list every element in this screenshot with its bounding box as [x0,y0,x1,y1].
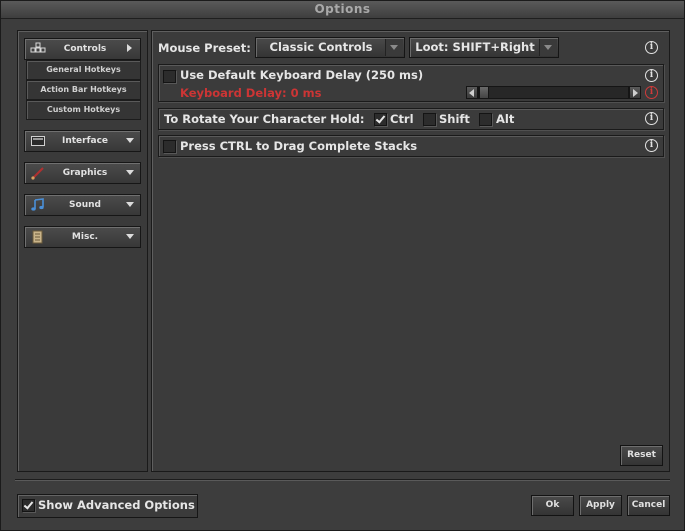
slider-right-arrow-icon[interactable] [629,86,641,99]
scroll-icon [30,230,46,244]
options-window: Options Controls General Hotkeys Action … [0,0,685,531]
info-icon[interactable]: i [645,41,658,54]
warning-info-icon[interactable]: i [645,86,658,99]
keyboard-delay-slider[interactable] [478,86,629,99]
nav-sound-button[interactable]: Sound [24,194,141,216]
sub-item-action-bar-hotkeys[interactable]: Action Bar Hotkeys [26,80,141,100]
nav-misc-button[interactable]: Misc. [24,226,141,248]
info-icon[interactable]: i [645,112,658,125]
reset-button[interactable]: Reset [620,445,663,466]
footer-divider [15,479,670,480]
drag-stacks-label: Press CTRL to Drag Complete Stacks [180,139,418,153]
loot-value: Loot: SHIFT+Right [415,40,535,54]
info-icon[interactable]: i [645,69,658,82]
chevron-down-icon [126,234,134,239]
rotate-alt-checkbox[interactable] [479,113,492,126]
nav-interface-button[interactable]: Interface [24,130,141,152]
music-note-icon [30,198,46,212]
chevron-down-icon [126,202,134,207]
drag-stacks-group: Press CTRL to Drag Complete Stacks i [158,135,664,157]
settings-panel: Mouse Preset: Classic Controls Loot: SHI… [151,30,670,472]
rotate-shift-checkbox[interactable] [423,113,436,126]
chevron-down-icon [126,138,134,143]
info-icon[interactable]: i [645,139,658,152]
mouse-preset-label: Mouse Preset: [158,41,251,55]
apply-button[interactable]: Apply [579,495,622,516]
nav-misc-label: Misc. [71,232,99,242]
show-advanced-options-checkbox[interactable] [22,499,35,512]
monitor-icon [30,134,46,148]
chevron-right-icon [127,44,132,52]
mouse-preset-value: Classic Controls [269,40,373,54]
slider-left-arrow-icon[interactable] [466,86,478,99]
window-title: Options [1,1,684,19]
chevron-down-icon [126,170,134,175]
sub-item-general-hotkeys[interactable]: General Hotkeys [26,60,141,80]
sub-item-custom-hotkeys[interactable]: Custom Hotkeys [26,100,141,120]
default-keyboard-delay-label: Use Default Keyboard Delay (250 ms) [180,68,424,82]
nav-graphics-label: Graphics [62,168,108,178]
rotate-alt-label: Alt [496,112,515,126]
nav-graphics-button[interactable]: Graphics [24,162,141,184]
brush-icon [30,166,46,180]
mouse-preset-dropdown[interactable]: Classic Controls [255,37,405,58]
show-advanced-options-toggle[interactable]: Show Advanced Options [17,494,198,518]
keyboard-delay-value: Keyboard Delay: 0 ms [180,86,322,100]
rotate-label: To Rotate Your Character Hold: [164,112,365,126]
drag-stacks-checkbox[interactable] [163,140,176,153]
cancel-button[interactable]: Cancel [627,495,670,516]
slider-thumb[interactable] [479,86,489,99]
nav-interface-label: Interface [61,136,109,146]
nav-controls-button[interactable]: Controls [24,38,141,60]
rotate-ctrl-label: Ctrl [390,112,414,126]
nav-sound-label: Sound [69,200,101,210]
chevron-down-icon [385,39,403,56]
nav-controls-label: Controls [63,44,107,54]
show-advanced-options-label: Show Advanced Options [38,498,195,512]
rotate-ctrl-checkbox[interactable] [374,113,387,126]
rotate-character-group: To Rotate Your Character Hold: Ctrl Shif… [158,108,664,130]
loot-dropdown[interactable]: Loot: SHIFT+Right [409,37,559,58]
chevron-down-icon [539,39,557,56]
controls-icon [30,42,46,56]
keyboard-delay-group: Use Default Keyboard Delay (250 ms) i Ke… [158,64,664,102]
default-keyboard-delay-checkbox[interactable] [163,70,176,83]
ok-button[interactable]: Ok [531,495,574,516]
rotate-shift-label: Shift [439,112,470,126]
category-sidebar: Controls General Hotkeys Action Bar Hotk… [17,30,148,472]
